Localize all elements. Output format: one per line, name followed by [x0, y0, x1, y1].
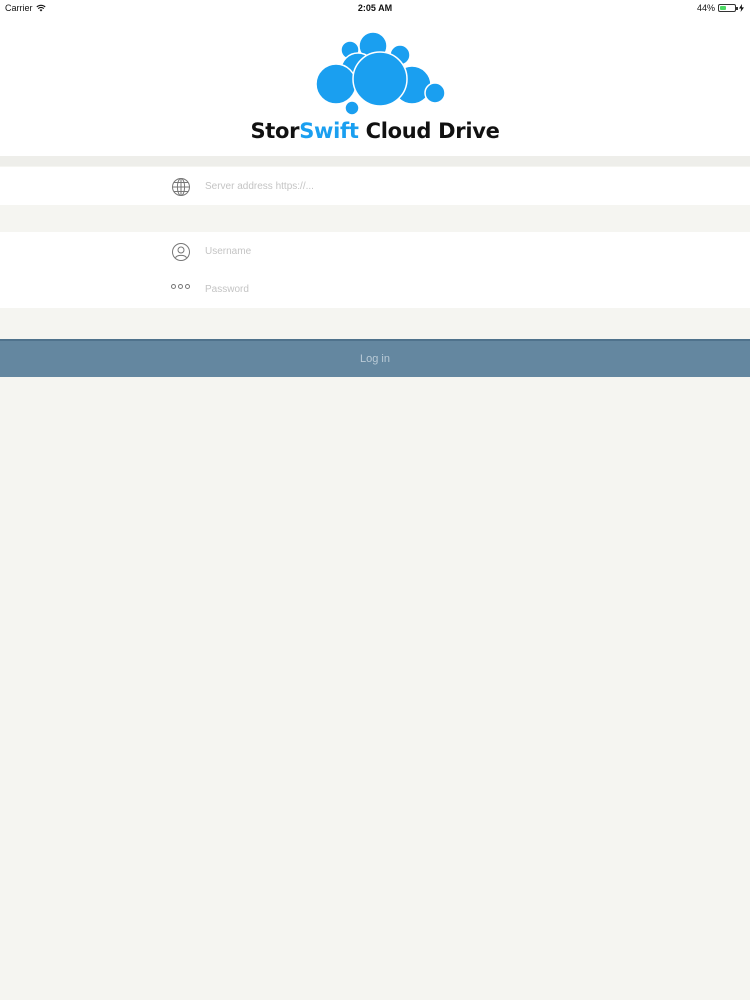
- password-input[interactable]: [205, 278, 705, 300]
- username-row: [0, 232, 750, 270]
- brand-part-cloud-drive: Cloud Drive: [358, 119, 500, 143]
- battery-percent: 44%: [696, 3, 715, 13]
- brand-part-stor: Stor: [250, 119, 300, 143]
- user-icon: [172, 243, 190, 261]
- server-address-row: [0, 167, 750, 205]
- brand-part-swift: Swift: [299, 119, 359, 143]
- login-button[interactable]: Log in: [0, 339, 750, 377]
- status-time: 2:05 AM: [357, 3, 393, 13]
- charging-icon: [739, 4, 744, 12]
- globe-icon: [172, 178, 190, 196]
- battery-icon: [718, 4, 738, 12]
- brand-title: StorSwift Cloud Drive: [0, 119, 750, 143]
- username-input[interactable]: [205, 240, 705, 262]
- status-bar: Carrier 2:05 AM 44%: [0, 0, 750, 16]
- server-address-input[interactable]: [205, 175, 705, 197]
- cloud-logo-icon: [315, 32, 446, 116]
- app-header: StorSwift Cloud Drive: [0, 16, 750, 156]
- password-dots-icon: [171, 284, 190, 289]
- header-divider: [0, 156, 750, 166]
- status-right: 44%: [697, 3, 744, 13]
- password-row: [0, 270, 750, 308]
